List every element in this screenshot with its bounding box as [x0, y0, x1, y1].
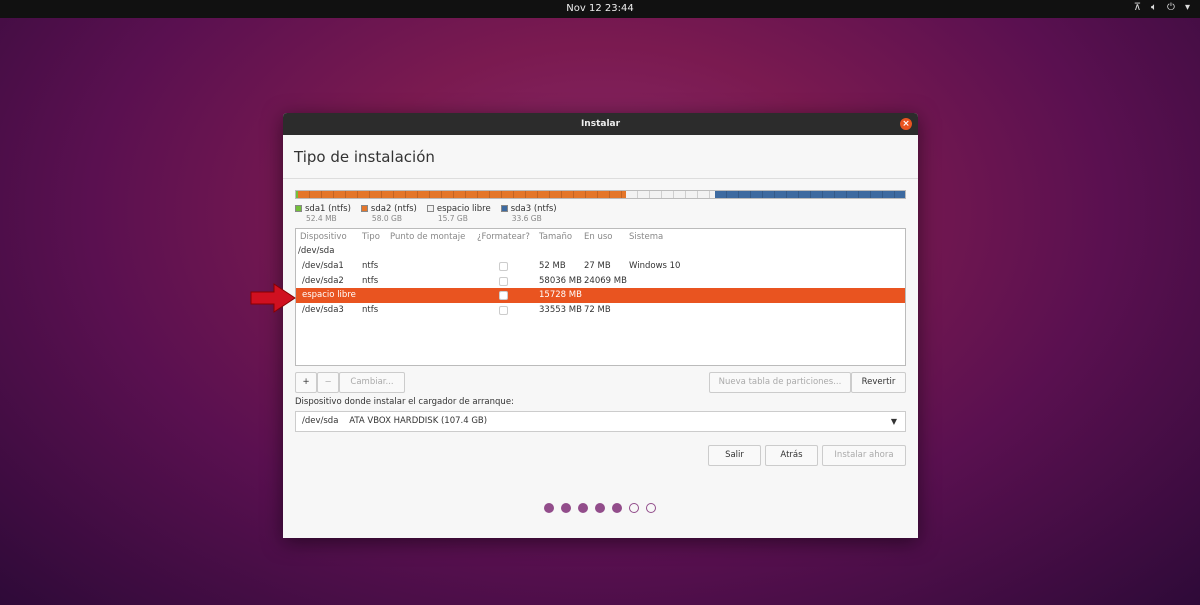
dropdown-arrow-icon: ▼: [890, 417, 897, 426]
bootloader-label: Dispositivo donde instalar el cargador d…: [295, 397, 514, 407]
new-partition-table-button[interactable]: Nueva tabla de particiones...: [709, 372, 851, 393]
size: 58036 MB: [539, 275, 582, 286]
partition-segment: [626, 191, 715, 198]
change-partition-button[interactable]: Cambiar...: [339, 372, 405, 393]
progress-dot: [595, 503, 605, 513]
table-row[interactable]: /dev/sda2 ntfs 58036 MB 24069 MB: [296, 274, 905, 289]
progress-dot: [578, 503, 588, 513]
disk-name: /dev/sda: [298, 246, 335, 256]
partition-segment: [714, 191, 905, 198]
size: 15728 MB: [539, 290, 582, 300]
size: 33553 MB: [539, 304, 582, 315]
progress-dot: [612, 503, 622, 513]
color-swatch: [426, 205, 434, 212]
window-title: Instalar: [580, 119, 621, 129]
col-system[interactable]: Sistema: [629, 230, 663, 245]
table-row-group[interactable]: /dev/sda: [296, 244, 905, 259]
used: 72 MB: [584, 304, 611, 315]
type: ntfs: [362, 261, 379, 271]
bootloader-value: /dev/sda ATA VBOX HARDDISK (107.4 GB): [302, 416, 488, 426]
type: ntfs: [362, 304, 379, 315]
page-title: Tipo de instalación: [294, 148, 435, 166]
partition-bar: [295, 190, 906, 199]
device: /dev/sda3: [302, 304, 344, 315]
progress-dot: [561, 503, 571, 513]
legend-size: 15.7 GB: [437, 214, 468, 223]
device: /dev/sda1: [302, 261, 344, 271]
table-row[interactable]: espacio libre 15728 MB: [296, 288, 905, 303]
table-header: Dispositivo Tipo Punto de montaje ¿Forma…: [296, 230, 905, 245]
legend-size: 58.0 GB: [371, 214, 402, 223]
col-type[interactable]: Tipo: [362, 230, 380, 245]
top-bar: Nov 12 23:44 ⊼ 🔈︎ ⏻ ▾: [0, 0, 1200, 18]
used: 24069 MB: [584, 275, 627, 286]
used: 27 MB: [584, 261, 611, 271]
col-device[interactable]: Dispositivo: [300, 230, 347, 245]
install-now-button[interactable]: Instalar ahora: [822, 445, 906, 466]
col-mount[interactable]: Punto de montaje: [390, 230, 465, 245]
format-checkbox[interactable]: [499, 291, 508, 300]
legend-size: 33.6 GB: [511, 214, 542, 223]
legend-size: 52.4 MB: [306, 214, 337, 223]
format-checkbox[interactable]: [499, 276, 508, 286]
partition-legend: sda1 (ntfs) 52.4 MB sda2 (ntfs) 58.0 GB espa…: [295, 204, 557, 223]
bootloader-device-select[interactable]: /dev/sda ATA VBOX HARDDISK (107.4 GB) ▼: [295, 411, 906, 432]
legend-label: sda1 (ntfs): [305, 204, 351, 214]
network-icon: ⊼: [1133, 2, 1142, 13]
progress-dot: [544, 503, 554, 513]
legend-label: sda3 (ntfs): [510, 204, 557, 214]
system: Windows 10: [629, 261, 681, 271]
system-tray[interactable]: ⊼ 🔈︎ ⏻ ▾: [1134, 2, 1190, 13]
color-swatch: [500, 205, 508, 212]
format-checkbox[interactable]: [499, 262, 508, 271]
color-swatch: [360, 205, 368, 212]
legend-item: sda2 (ntfs) 58.0 GB: [360, 204, 417, 223]
quit-button[interactable]: Salir: [708, 445, 761, 466]
close-button[interactable]: ×: [900, 118, 912, 130]
partition-segment: [297, 191, 627, 198]
type: ntfs: [362, 275, 379, 286]
col-used[interactable]: En uso: [584, 230, 612, 245]
progress-dots: [544, 503, 656, 513]
volume-icon: 🔈︎: [1151, 2, 1158, 13]
legend-item: sda3 (ntfs) 33.6 GB: [500, 204, 557, 223]
menu-down-icon: ▾: [1184, 2, 1190, 13]
revert-button[interactable]: Revertir: [851, 372, 906, 393]
installer-window: Instalar × Tipo de instalación sda1 (ntf…: [283, 113, 918, 538]
power-icon: ⏻: [1167, 2, 1175, 13]
clock[interactable]: Nov 12 23:44: [0, 3, 1200, 14]
progress-dot: [629, 503, 639, 513]
legend-item: sda1 (ntfs) 52.4 MB: [295, 204, 351, 223]
color-swatch: [295, 205, 302, 212]
device: espacio libre: [302, 290, 356, 300]
remove-partition-button[interactable]: −: [317, 372, 339, 393]
col-format[interactable]: ¿Formatear?: [477, 230, 530, 245]
legend-label: espacio libre: [436, 204, 491, 214]
format-checkbox[interactable]: [499, 305, 508, 315]
partition-table: Dispositivo Tipo Punto de montaje ¿Forma…: [295, 228, 906, 366]
col-size[interactable]: Tamaño: [539, 230, 572, 245]
table-row[interactable]: /dev/sda3 ntfs 33553 MB 72 MB: [296, 303, 905, 318]
size: 52 MB: [539, 261, 566, 271]
red-arrow-annotation: [250, 283, 296, 313]
back-button[interactable]: Atrás: [765, 445, 818, 466]
table-row[interactable]: /dev/sda1 ntfs 52 MB 27 MB Windows 10: [296, 259, 905, 274]
legend-label: sda2 (ntfs): [370, 204, 417, 214]
device: /dev/sda2: [302, 275, 344, 286]
title-bar: Instalar ×: [283, 113, 918, 135]
add-partition-button[interactable]: +: [295, 372, 317, 393]
legend-item: espacio libre 15.7 GB: [426, 204, 491, 223]
progress-dot: [646, 503, 656, 513]
divider: [283, 178, 918, 179]
